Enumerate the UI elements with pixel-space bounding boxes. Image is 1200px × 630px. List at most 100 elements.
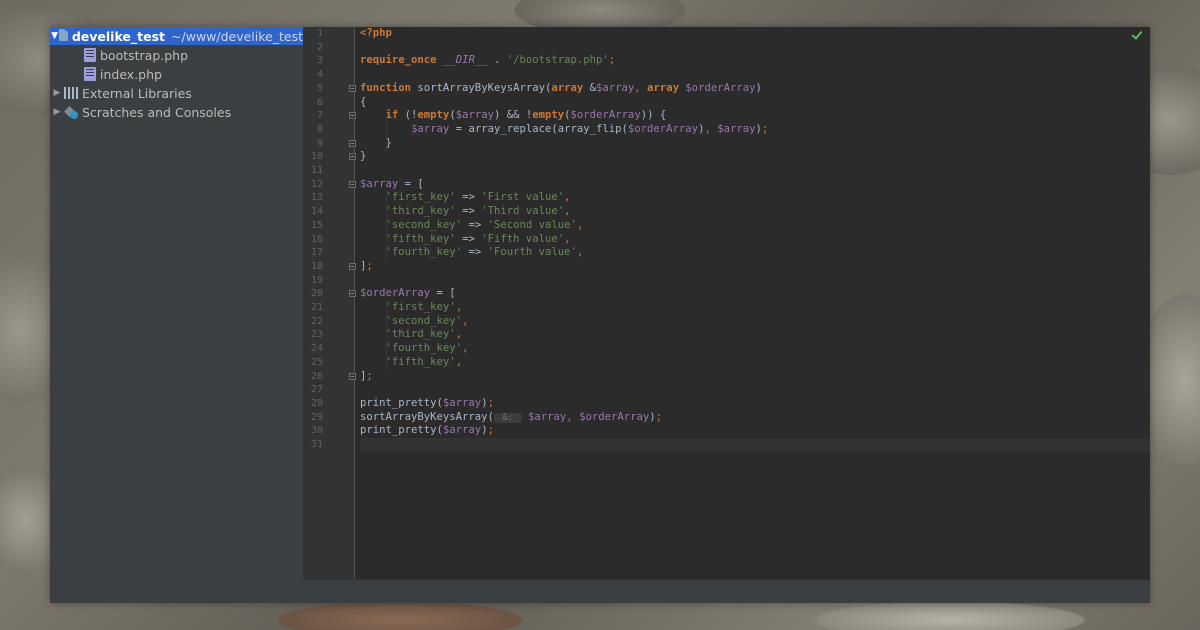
code-token: 'fourth_key' xyxy=(385,342,463,355)
line-number: 26 xyxy=(310,370,323,382)
line-number: 27 xyxy=(310,384,323,396)
code-token: , xyxy=(566,410,580,423)
code-token: 'fifth_key' xyxy=(385,355,456,368)
tree-item-file[interactable]: index.php xyxy=(50,65,303,83)
code-token: ; xyxy=(608,54,616,67)
code-token: $array xyxy=(442,396,482,409)
code-token: 'fifth_key' xyxy=(385,232,456,245)
editor-gutter: 1 2 3 4 5 6 7 8 9 10 11 12 13 14 15 16 17 18 19 20 21 22 23 24 2… xyxy=(303,27,356,580)
line-number: 6 xyxy=(316,96,323,108)
indent-guide xyxy=(412,122,413,137)
code-line: 'second_key' => 'Second value', xyxy=(360,218,584,233)
code-token: => xyxy=(455,205,482,218)
code-token: $orderArray xyxy=(570,109,641,122)
code-token: ) xyxy=(755,81,762,94)
tree-item-project-root[interactable]: ▼ develike_test ~/www/develike_test xyxy=(50,27,303,45)
code-line: } xyxy=(360,150,366,164)
line-number: 23 xyxy=(310,329,323,341)
code-line: 'first_key', xyxy=(360,301,463,315)
fold-marker-icon[interactable] xyxy=(349,153,356,161)
project-tool-window: ▼ develike_test ~/www/develike_test boot… xyxy=(50,27,303,603)
line-number: 20 xyxy=(310,288,323,300)
code-line: function sortArrayByKeysArray(array &$ar… xyxy=(360,82,762,96)
library-icon xyxy=(64,87,78,99)
project-path: ~/www/develike_test xyxy=(171,28,303,44)
code-token: 'Third value' xyxy=(481,205,565,218)
code-editor[interactable]: 1 2 3 4 5 6 7 8 9 10 11 12 13 14 15 16 17 18 19 20 21 22 23 24 2… xyxy=(303,27,1150,603)
code-line: if (!empty($array) && !empty($orderArray… xyxy=(360,109,667,123)
code-line: 'second_key', xyxy=(360,314,469,329)
line-number: 21 xyxy=(310,302,323,313)
code-token: ; xyxy=(487,396,494,409)
code-token: if xyxy=(385,109,399,122)
code-token: $array xyxy=(411,122,450,135)
line-number: 8 xyxy=(316,123,323,135)
line-number: 29 xyxy=(310,411,323,423)
project-name: develike_test xyxy=(71,28,166,44)
line-number: 24 xyxy=(310,343,323,355)
scratches-icon xyxy=(64,106,78,119)
php-file-icon xyxy=(84,67,96,81)
code-token: $orderArray xyxy=(360,287,431,300)
tree-item-external-libraries[interactable]: ▶ External Libraries xyxy=(50,84,303,102)
line-number: 17 xyxy=(310,247,323,259)
fold-marker-icon[interactable] xyxy=(349,180,356,188)
fold-marker-icon[interactable] xyxy=(349,372,356,380)
code-token: 'third_key' xyxy=(385,205,456,218)
tree-item-file[interactable]: bootstrap.php xyxy=(50,46,303,64)
code-token: => xyxy=(455,232,482,245)
expand-arrow-icon[interactable]: ▼ xyxy=(50,31,59,41)
code-text-area[interactable]: <?php require_once __DIR__ . '/bootstrap.… xyxy=(360,27,1150,580)
code-line: sortArrayByKeysArray( &: $array, $orderA… xyxy=(360,411,662,426)
code-token: 'Fourth value' xyxy=(487,246,577,259)
code-line: print_pretty($array); xyxy=(360,424,494,438)
code-line: { xyxy=(360,96,366,110)
code-token: } xyxy=(360,150,367,163)
fold-marker-icon[interactable] xyxy=(349,262,356,270)
code-token: 'fourth_key' xyxy=(385,246,463,259)
tree-item-label: Scratches and Consoles xyxy=(82,104,232,120)
line-number: 13 xyxy=(310,192,323,204)
code-token: $orderArray xyxy=(627,122,699,135)
php-file-icon xyxy=(84,48,96,62)
code-token: )) { xyxy=(640,109,667,122)
code-token: $orderArray xyxy=(579,410,650,423)
code-token: , xyxy=(462,342,469,355)
code-token: $orderArray xyxy=(685,81,756,94)
fold-marker-icon[interactable] xyxy=(349,290,356,298)
code-token: , xyxy=(455,301,463,313)
expand-arrow-icon[interactable]: ▶ xyxy=(50,88,64,98)
tree-item-scratches[interactable]: ▶ Scratches and Consoles xyxy=(50,103,303,121)
code-line: $array = [ xyxy=(360,178,424,192)
line-number: 25 xyxy=(310,356,323,368)
line-number: 18 xyxy=(310,260,323,272)
code-token: , xyxy=(462,314,469,327)
code-token: = [ xyxy=(430,287,456,300)
line-number: 14 xyxy=(310,206,323,218)
line-number: 2 xyxy=(316,41,323,53)
line-number: 11 xyxy=(310,165,323,176)
code-token: = [ xyxy=(398,177,424,190)
code-token: array xyxy=(647,81,679,94)
fold-marker-icon[interactable] xyxy=(349,112,356,120)
check-icon xyxy=(1132,29,1144,39)
code-token: , xyxy=(634,81,648,94)
tree-item-label: External Libraries xyxy=(82,85,192,101)
code-token: print_pretty( xyxy=(360,424,443,437)
fold-marker-icon[interactable] xyxy=(349,139,356,147)
line-number: 4 xyxy=(316,69,323,81)
code-token: , xyxy=(455,355,463,368)
code-token: , xyxy=(576,218,584,231)
code-line: 'fourth_key', xyxy=(360,342,469,356)
expand-arrow-icon[interactable]: ▶ xyxy=(50,107,64,117)
indent-guide xyxy=(386,301,387,370)
code-token: , xyxy=(576,246,584,259)
code-line: $array = array_replace(array_flip($order… xyxy=(360,123,768,137)
fold-marker-icon[interactable] xyxy=(349,84,356,92)
